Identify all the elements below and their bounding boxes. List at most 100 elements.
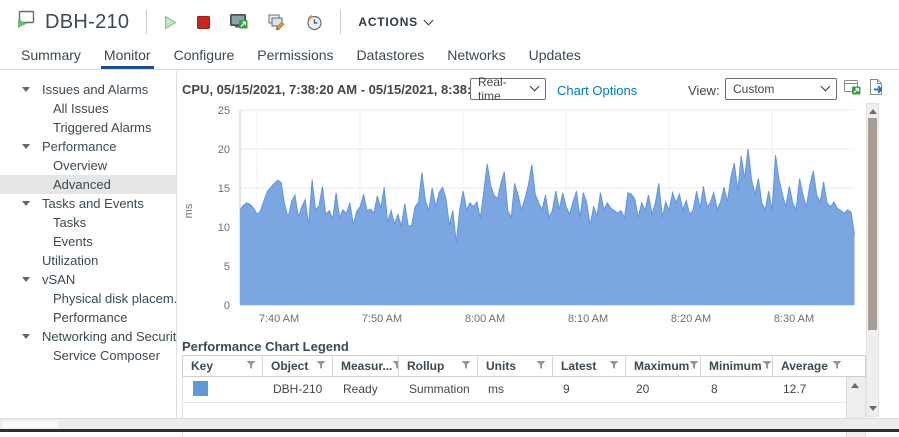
svg-text:20: 20 [218,144,230,156]
svg-text:15: 15 [218,183,230,195]
sidebar-item-tasks[interactable]: Tasks [0,213,176,232]
sidebar-item-label: Triggered Alarms [53,120,152,135]
column-header-object[interactable]: Object [263,356,333,376]
svg-text:0: 0 [224,300,230,312]
filter-icon[interactable] [762,359,772,373]
filter-icon[interactable] [316,359,326,373]
power-off-icon[interactable] [197,16,210,29]
vertical-scrollbar[interactable] [866,103,879,417]
filter-icon[interactable] [536,359,546,373]
column-label: Maximum [634,359,689,373]
sidebar-item-all-issues[interactable]: All Issues [0,99,176,118]
chevron-down-icon [821,82,831,92]
sidebar-item-performance[interactable]: Performance [0,137,176,156]
titlebar: DBH-210 [0,0,899,44]
legend-cell: Ready [333,377,399,402]
legend-table-row[interactable]: DBH-210ReadySummationms920812.7 [183,377,865,403]
svg-text:10: 10 [218,222,230,234]
tab-permissions[interactable]: Permissions [256,44,334,69]
svg-text:ms: ms [183,203,195,218]
column-header-key[interactable]: Key [183,356,263,376]
chevron-down-icon [424,16,434,26]
sidebar-item-issues-and-alarms[interactable]: Issues and Alarms [0,80,176,99]
sidebar-item-label: Events [53,234,93,249]
svg-text:25: 25 [218,105,230,117]
performance-chart[interactable]: 05101520257:40 AM7:50 AM8:00 AM8:10 AM8:… [178,103,858,341]
tab-datastores[interactable]: Datastores [356,44,426,69]
sidebar-item-overview[interactable]: Overview [0,156,176,175]
column-label: Key [191,359,213,373]
sidebar-item-label: Advanced [53,177,111,192]
tab-configure[interactable]: Configure [173,44,236,69]
filter-icon[interactable] [689,359,699,373]
filter-icon[interactable] [832,359,842,373]
tab-networks[interactable]: Networks [446,44,506,69]
legend-title: Performance Chart Legend [182,339,349,354]
sidebar-item-vsan[interactable]: vSAN [0,270,176,289]
column-label: Measur... [341,359,392,373]
sidebar-item-performance[interactable]: Performance [0,308,176,327]
main-panel: CPU, 05/15/2021, 7:38:20 AM - 05/15/2021… [178,71,899,418]
vm-action-toolbar [164,14,323,31]
scroll-down-icon[interactable] [869,406,877,411]
sidebar-item-events[interactable]: Events [0,232,176,251]
column-header-rollup[interactable]: Rollup [399,356,478,376]
tab-monitor[interactable]: Monitor [103,44,152,69]
launch-console-icon[interactable] [230,14,248,30]
sidebar-item-utilization[interactable]: Utilization [0,251,176,270]
edit-settings-icon[interactable] [268,14,286,30]
tab-summary[interactable]: Summary [20,44,82,69]
column-label: Object [271,359,308,373]
power-on-icon[interactable] [164,15,177,30]
column-header-units[interactable]: Units [478,356,553,376]
legend-cell: DBH-210 [263,377,333,402]
interval-select[interactable]: Real-time [470,78,546,100]
chevron-down-icon [530,82,540,92]
sidebar-item-networking-and-security[interactable]: Networking and Security [0,327,176,346]
vm-powered-on-icon [14,9,37,35]
column-label: Rollup [407,359,444,373]
legend-table-header: Key Object Measur... Rollup Units Latest Maxim… [182,355,866,377]
collapse-triangle-icon[interactable] [22,277,30,282]
column-label: Units [486,359,516,373]
sidebar-item-advanced[interactable]: Advanced [0,175,176,194]
column-header-latest[interactable]: Latest [553,356,626,376]
filter-icon[interactable] [609,359,619,373]
scroll-up-icon[interactable] [869,109,877,114]
horizontal-scrollbar[interactable] [0,418,899,429]
collapse-triangle-icon[interactable] [22,201,30,206]
filter-icon[interactable] [461,359,471,373]
sidebar-item-label: Utilization [42,253,98,268]
scrollbar-thumb[interactable] [2,421,58,428]
column-header-maximum[interactable]: Maximum [626,356,701,376]
open-chart-in-new-window-icon[interactable] [844,79,861,95]
chart-options-link[interactable]: Chart Options [557,83,637,98]
legend-cell: 12.7 [773,377,848,402]
collapse-triangle-icon[interactable] [22,334,30,339]
scroll-up-icon[interactable] [851,383,859,388]
sidebar-item-tasks-and-events[interactable]: Tasks and Events [0,194,176,213]
column-label: Latest [561,359,596,373]
filter-icon[interactable] [246,359,256,373]
sidebar-item-label: Networking and Security [42,329,177,344]
snapshot-icon[interactable] [306,14,323,31]
export-chart-icon[interactable] [868,79,885,95]
sidebar-item-triggered-alarms[interactable]: Triggered Alarms [0,118,176,137]
collapse-triangle-icon[interactable] [22,144,30,149]
svg-text:7:40 AM: 7:40 AM [259,313,299,325]
column-header-average[interactable]: Average [773,356,848,376]
filter-icon[interactable] [392,359,399,373]
sidebar-item-label: Tasks and Events [42,196,144,211]
divider [146,10,147,34]
sidebar-item-physical-disk-placem[interactable]: Physical disk placem... [0,289,176,308]
scrollbar-thumb[interactable] [868,118,877,330]
tab-updates[interactable]: Updates [528,44,582,69]
svg-text:7:50 AM: 7:50 AM [362,313,402,325]
column-header-minimum[interactable]: Minimum [701,356,773,376]
column-header-measur[interactable]: Measur... [333,356,399,376]
collapse-triangle-icon[interactable] [22,87,30,92]
interval-select-value: Real-time [478,75,525,103]
actions-menu-button[interactable]: ACTIONS [358,15,432,29]
view-select[interactable]: Custom [725,78,837,100]
sidebar-item-service-composer[interactable]: Service Composer [0,346,176,365]
